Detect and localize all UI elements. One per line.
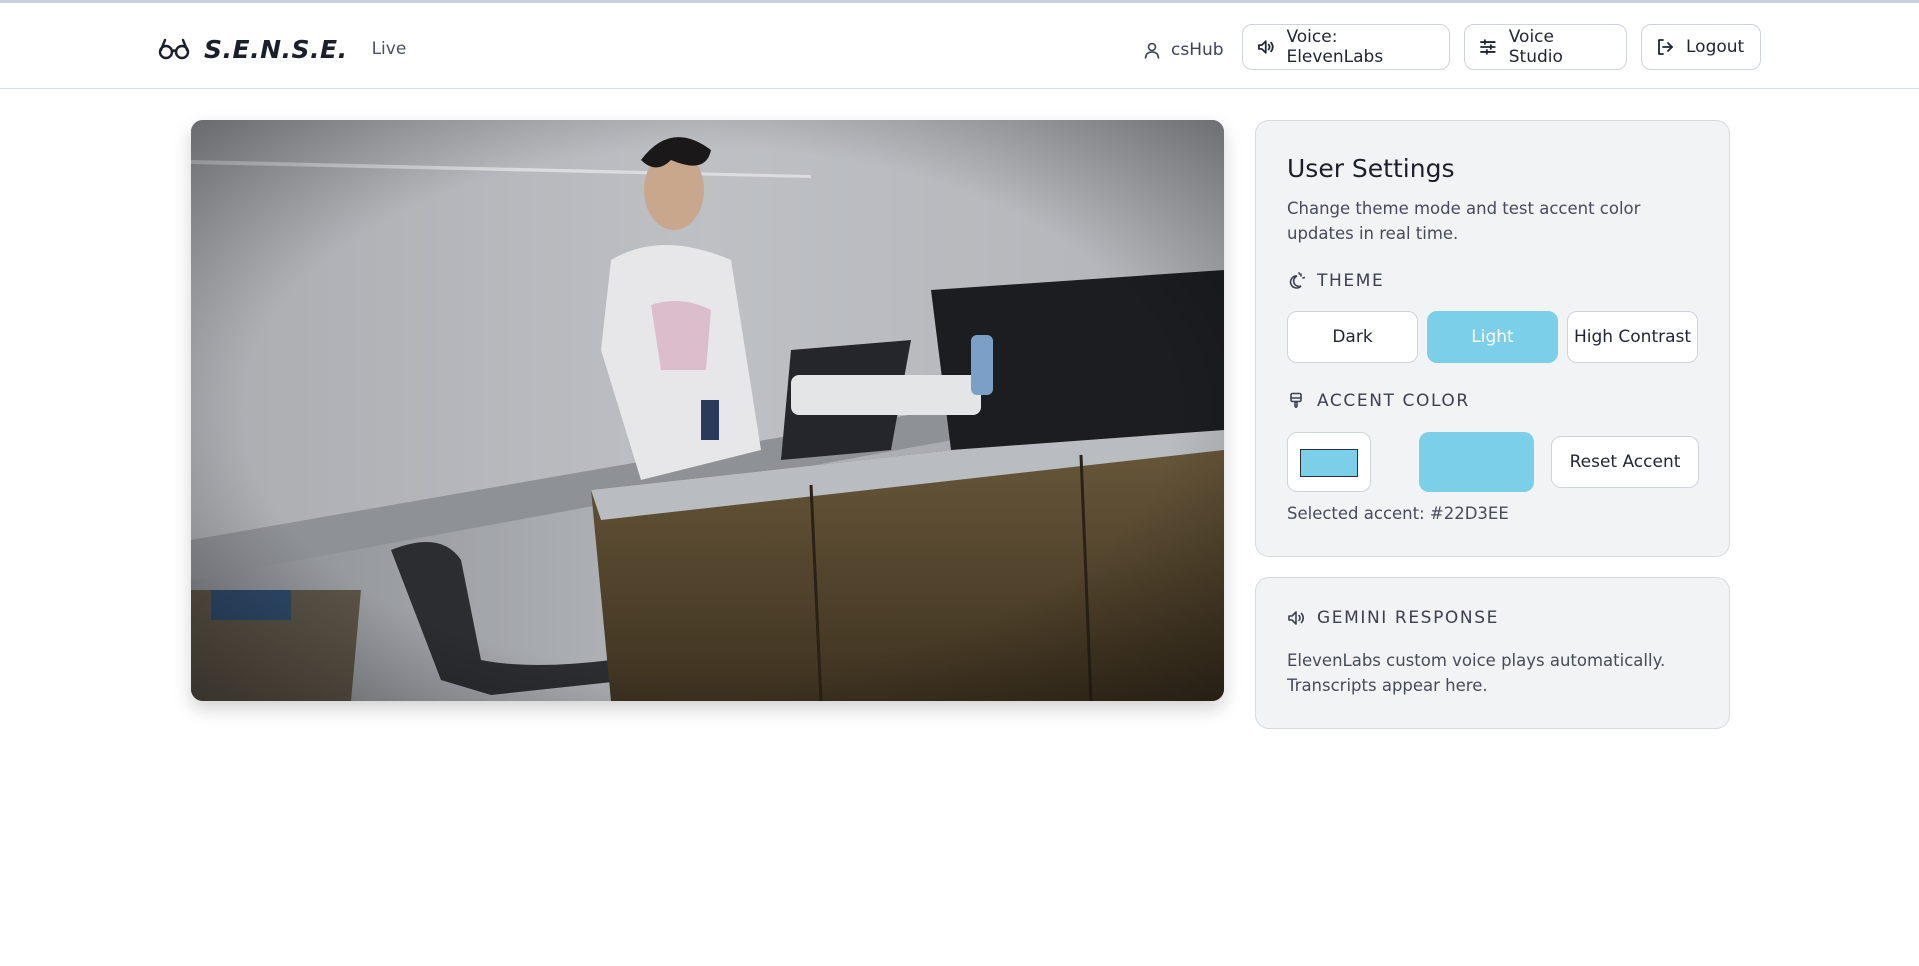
- accent-section-label: ACCENT COLOR: [1287, 391, 1470, 411]
- username: csHub: [1171, 40, 1224, 60]
- gemini-transcript: ElevenLabs custom voice plays automatica…: [1287, 651, 1666, 695]
- logout-button[interactable]: Logout: [1641, 24, 1761, 70]
- user-icon: [1144, 42, 1160, 59]
- accent-color-swatch[interactable]: [1300, 449, 1358, 477]
- voice-studio-label: Voice Studio: [1508, 27, 1563, 67]
- camera-frame: [191, 120, 1224, 701]
- settings-description: Change theme mode and test accent color …: [1287, 199, 1641, 243]
- voice-studio-button[interactable]: Voice Studio: [1464, 24, 1627, 70]
- speaker-icon: [1258, 40, 1274, 54]
- gemini-section-label: GEMINI RESPONSE: [1287, 608, 1499, 628]
- selected-accent-text: Selected accent: #22D3EE: [1287, 504, 1509, 523]
- theme-icon: [1289, 272, 1305, 289]
- app-header: S.E.N.S.E. Live csHub Voice: ElevenLabs …: [0, 3, 1919, 89]
- live-camera-feed: [191, 120, 1224, 701]
- voice-button-label: Voice: ElevenLabs: [1286, 27, 1384, 67]
- current-user: csHub: [1143, 36, 1224, 64]
- theme-light-button[interactable]: Light: [1427, 311, 1558, 363]
- user-settings-panel: User Settings Change theme mode and test…: [1255, 120, 1730, 557]
- accent-preview: [1419, 432, 1534, 492]
- sliders-icon: [1480, 39, 1496, 55]
- speaker-icon: [1288, 611, 1305, 625]
- accent-color-picker[interactable]: [1287, 432, 1371, 492]
- accent-label: ACCENT COLOR: [1317, 391, 1470, 411]
- gemini-response-panel: GEMINI RESPONSE ElevenLabs custom voice …: [1255, 577, 1730, 729]
- paintbrush-icon: [1290, 392, 1302, 409]
- brand[interactable]: S.E.N.S.E. Live: [158, 31, 406, 67]
- theme-dark-button[interactable]: Dark: [1287, 311, 1418, 363]
- gemini-label: GEMINI RESPONSE: [1317, 608, 1499, 628]
- glasses-icon: [158, 38, 190, 60]
- reset-accent-button[interactable]: Reset Accent: [1551, 436, 1699, 488]
- logout-icon: [1658, 39, 1673, 55]
- theme-label: THEME: [1317, 271, 1385, 291]
- settings-title: User Settings: [1287, 154, 1455, 183]
- live-status: Live: [371, 39, 407, 59]
- theme-section-label: THEME: [1287, 271, 1384, 291]
- logout-label: Logout: [1686, 37, 1745, 57]
- brand-title: S.E.N.S.E.: [204, 34, 348, 64]
- voice-button[interactable]: Voice: ElevenLabs: [1242, 24, 1450, 70]
- theme-high-contrast-button[interactable]: High Contrast: [1567, 311, 1698, 363]
